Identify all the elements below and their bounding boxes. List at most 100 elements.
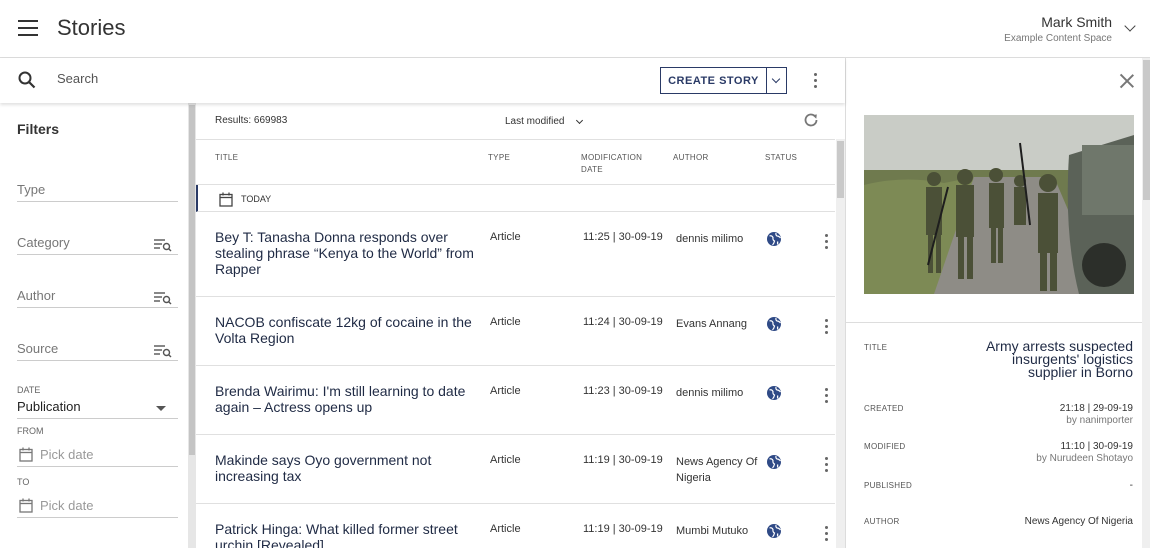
modified-by: by Nurudeen Shotayo: [1036, 453, 1133, 464]
globe-icon: [767, 455, 781, 469]
source-filter[interactable]: Source: [17, 331, 178, 361]
calendar-icon: [219, 192, 233, 207]
col-modification-date[interactable]: MODIFICATION DATE: [581, 152, 661, 176]
author-filter-label: Author: [17, 288, 56, 303]
globe-icon: [767, 317, 781, 331]
row-title[interactable]: Brenda Wairimu: I'm still learning to da…: [215, 383, 477, 415]
table-row[interactable]: Patrick Hinga: What killed former street…: [196, 504, 835, 548]
create-story-dropdown-button[interactable]: [766, 67, 787, 94]
type-filter-label: Type: [17, 182, 46, 197]
to-label: TO: [17, 477, 30, 487]
results-panel: Results: 669983 Last modified TITLE TYPE…: [196, 103, 845, 548]
date-label: DATE: [17, 385, 41, 395]
row-date: 11:25 | 30-09-19: [583, 231, 663, 243]
detail-modified-label: MODIFIED: [864, 442, 906, 451]
close-icon[interactable]: [1120, 74, 1134, 88]
story-thumbnail[interactable]: [864, 115, 1134, 294]
detail-created-value: 21:18 | 29-09-19 by nanimporter: [1060, 403, 1133, 427]
group-header-today: TODAY: [196, 185, 835, 212]
filters-title: Filters: [17, 121, 60, 137]
detail-author-label: AUTHOR: [864, 517, 900, 526]
detail-published-label: PUBLISHED: [864, 481, 913, 490]
top-bar: Stories Mark Smith Example Content Space: [0, 0, 1150, 58]
table-row[interactable]: NACOB confiscate 12kg of cocaine in the …: [196, 297, 835, 366]
row-date: 11:19 | 30-09-19: [583, 454, 663, 466]
to-date-field[interactable]: Pick date: [17, 492, 178, 518]
row-author: Mumbi Mutuko: [676, 525, 749, 537]
results-scrollbar[interactable]: [836, 139, 845, 548]
more-vert-icon[interactable]: [825, 234, 829, 250]
group-label: TODAY: [241, 194, 272, 204]
detail-created-label: CREATED: [864, 404, 904, 413]
row-title[interactable]: Patrick Hinga: What killed former street…: [215, 521, 477, 548]
category-filter-label: Category: [17, 235, 70, 250]
row-type: Article: [490, 454, 521, 466]
chevron-down-icon: [771, 74, 781, 84]
refresh-icon[interactable]: [802, 111, 820, 129]
date-type-select[interactable]: Publication: [17, 399, 178, 419]
row-type: Article: [490, 231, 521, 243]
created-by: by nanimporter: [1066, 415, 1133, 426]
row-author: News Agency Of Nigeria: [676, 456, 758, 484]
row-date: 11:23 | 30-09-19: [583, 385, 663, 397]
category-filter[interactable]: Category: [17, 225, 178, 255]
table-row[interactable]: Makinde says Oyo government not increasi…: [196, 435, 835, 504]
date-type-value: Publication: [17, 399, 81, 414]
search-icon: [18, 71, 36, 89]
filter-list-icon[interactable]: [154, 291, 172, 305]
to-date-placeholder: Pick date: [40, 498, 94, 513]
detail-published-value: -: [1129, 480, 1133, 491]
more-vert-icon[interactable]: [825, 388, 829, 404]
more-vert-icon[interactable]: [814, 73, 818, 89]
filter-list-icon[interactable]: [154, 238, 172, 252]
row-title[interactable]: NACOB confiscate 12kg of cocaine in the …: [215, 314, 477, 346]
col-author[interactable]: AUTHOR: [673, 152, 709, 164]
detail-title-value[interactable]: Army arrests suspected insurgents' logis…: [973, 339, 1133, 379]
row-date: 11:19 | 30-09-19: [583, 523, 663, 535]
filters-scrollbar[interactable]: [188, 103, 196, 548]
story-detail-panel: TITLE Army arrests suspected insurgents'…: [845, 58, 1150, 548]
filter-list-icon[interactable]: [154, 344, 172, 358]
page-title: Stories: [57, 15, 126, 40]
row-title[interactable]: Makinde says Oyo government not increasi…: [215, 452, 477, 484]
row-author: dennis milimo: [676, 387, 744, 399]
chevron-down-icon: [575, 116, 584, 125]
row-type: Article: [490, 385, 521, 397]
row-type: Article: [490, 316, 521, 328]
menu-icon[interactable]: [18, 20, 38, 36]
divider: [846, 322, 1142, 323]
row-date: 11:24 | 30-09-19: [583, 316, 663, 328]
more-vert-icon[interactable]: [825, 319, 829, 335]
user-space: Example Content Space: [1004, 33, 1112, 44]
table-row[interactable]: Bey T: Tanasha Donna responds over steal…: [196, 212, 835, 297]
row-author: dennis milimo: [676, 233, 744, 245]
chevron-down-icon[interactable]: [1124, 20, 1136, 32]
col-type[interactable]: TYPE: [488, 152, 510, 164]
col-status[interactable]: STATUS: [765, 152, 797, 164]
filters-panel: Filters Type Category Author Source DATE…: [0, 103, 188, 548]
search-input[interactable]: [57, 71, 557, 86]
results-count: Results: 669983: [215, 115, 288, 126]
search-bar: CREATE STORY: [0, 58, 845, 103]
detail-author-value: News Agency Of Nigeria: [1024, 516, 1133, 527]
detail-scrollbar[interactable]: [1142, 58, 1150, 548]
create-story-button[interactable]: CREATE STORY: [660, 67, 767, 94]
more-vert-icon[interactable]: [825, 457, 829, 473]
sort-select[interactable]: Last modified: [505, 116, 584, 127]
author-filter[interactable]: Author: [17, 278, 178, 308]
detail-title-label: TITLE: [864, 343, 888, 352]
more-vert-icon[interactable]: [825, 526, 829, 542]
row-type: Article: [490, 523, 521, 535]
user-name[interactable]: Mark Smith: [1041, 14, 1112, 30]
detail-modified-value: 11:10 | 30-09-19 by Nurudeen Shotayo: [1036, 441, 1133, 465]
calendar-icon: [19, 447, 33, 462]
globe-icon: [767, 232, 781, 246]
table-row[interactable]: Brenda Wairimu: I'm still learning to da…: [196, 366, 835, 435]
modified-timestamp: 11:10 | 30-09-19: [1060, 441, 1133, 452]
type-filter[interactable]: Type: [17, 172, 178, 202]
col-title[interactable]: TITLE: [215, 152, 238, 164]
globe-icon: [767, 386, 781, 400]
from-date-field[interactable]: Pick date: [17, 441, 178, 467]
row-title[interactable]: Bey T: Tanasha Donna responds over steal…: [215, 229, 477, 277]
created-timestamp: 21:18 | 29-09-19: [1059, 403, 1133, 414]
